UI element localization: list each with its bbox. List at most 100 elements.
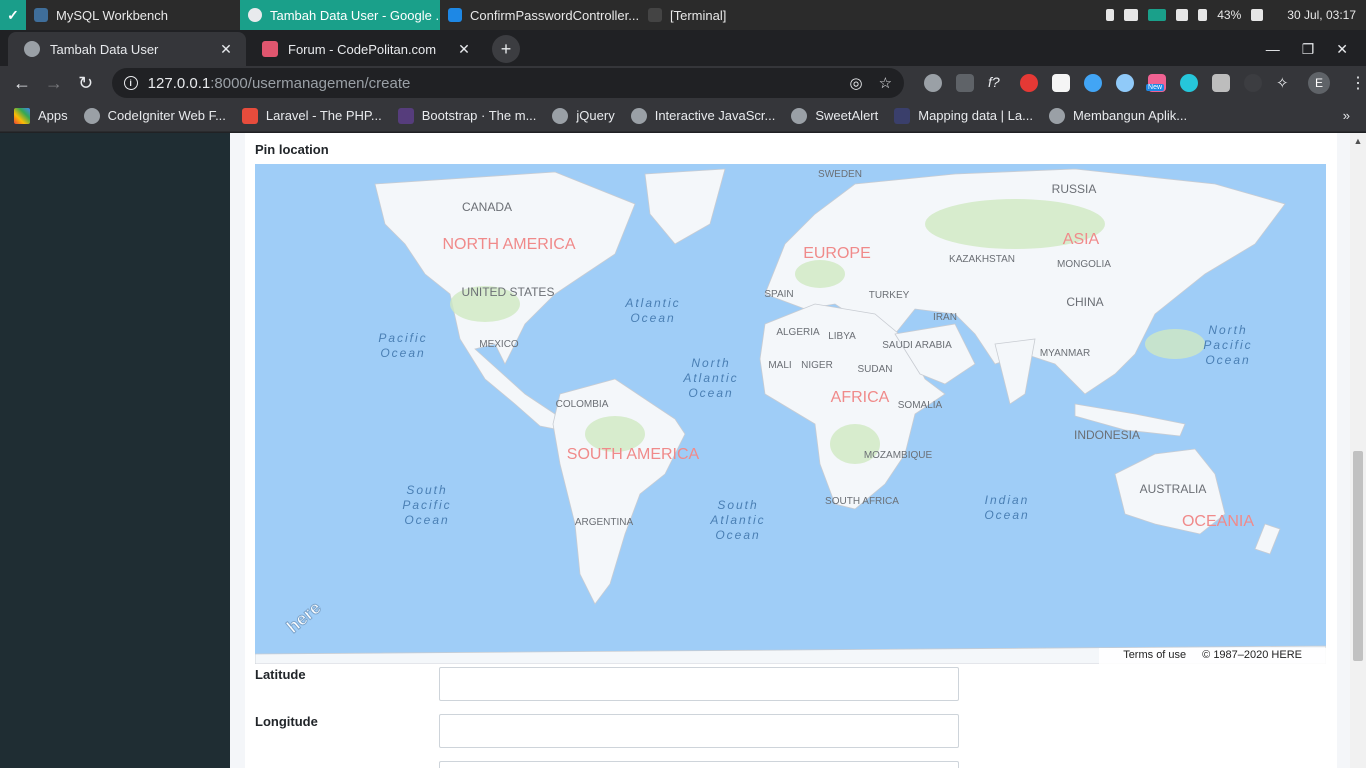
clock[interactable]: 30 Jul, 03:17 — [1287, 8, 1356, 22]
landmass-new-zealand — [1254, 523, 1281, 555]
task-chrome[interactable]: Tambah Data User - Google ... — [240, 0, 440, 30]
bookmark-membangun-aplikasi[interactable]: Membangun Aplik... — [1048, 107, 1187, 124]
task-label: MySQL Workbench — [56, 7, 168, 23]
vpn-icon[interactable] — [1148, 9, 1167, 21]
calendar-extension-icon[interactable] — [1052, 74, 1071, 92]
latitude-input[interactable] — [439, 667, 959, 701]
bookmark-codeigniter[interactable]: CodeIgniter Web F... — [83, 107, 226, 124]
reload-icon[interactable]: ↻ — [74, 71, 98, 95]
next-field-input[interactable] — [439, 761, 959, 768]
menu-kebab-icon[interactable]: ⋮ — [1350, 73, 1366, 93]
bootstrap-icon — [397, 107, 414, 124]
laravel-icon — [241, 107, 258, 124]
bookmark-apps[interactable]: Apps — [14, 107, 68, 124]
label-indian-ocean: Indian Ocean — [984, 493, 1029, 522]
label-china: CHINA — [1066, 295, 1103, 309]
label-sudan: SUDAN — [857, 364, 892, 375]
next-field-label — [255, 761, 439, 768]
profile-avatar[interactable]: E — [1308, 72, 1331, 94]
world-map[interactable]: NORTH AMERICA SOUTH AMERICA EUROPE AFRIC… — [255, 164, 1326, 664]
notification-bell-icon[interactable] — [1176, 9, 1189, 21]
map-container[interactable]: NORTH AMERICA SOUTH AMERICA EUROPE AFRIC… — [255, 164, 1326, 664]
label-spain: SPAIN — [764, 289, 793, 300]
scale-extension-icon[interactable] — [956, 74, 975, 92]
minimize-icon[interactable]: — — [1266, 41, 1280, 57]
bookmark-mapping-data[interactable]: Mapping data | La... — [894, 107, 1033, 124]
label-somalia: SOMALIA — [898, 400, 943, 411]
bookmark-laravel[interactable]: Laravel - The PHP... — [241, 107, 382, 124]
close-tab-icon[interactable]: ✕ — [218, 41, 234, 58]
os-menu-icon[interactable]: ✓ — [0, 0, 26, 30]
disabled-extension-icon[interactable] — [1244, 74, 1263, 92]
label-north-pacific-ocean: North Pacific Ocean — [1203, 323, 1252, 367]
font-extension-icon[interactable]: f? — [988, 74, 1006, 92]
battery-percentage: 43% — [1217, 8, 1242, 22]
bluetooth-icon[interactable] — [1106, 9, 1115, 21]
bookmark-bootstrap[interactable]: Bootstrap · The m... — [397, 107, 536, 124]
url-host: 127.0.0.1 — [147, 74, 211, 92]
latitude-row: Latitude — [255, 667, 959, 701]
label-niger: NIGER — [801, 360, 833, 371]
longitude-row: Longitude — [255, 714, 959, 748]
location-icon[interactable]: ◎ — [849, 74, 862, 92]
settings-extension-icon[interactable] — [924, 74, 943, 92]
label-north-atlantic-ocean: North Atlantic Ocean — [682, 356, 738, 400]
longitude-input[interactable] — [439, 714, 959, 748]
extensions-puzzle-icon[interactable]: ✧ — [1276, 74, 1294, 92]
page-scrollbar[interactable]: ▲ — [1350, 133, 1366, 768]
site-info-icon[interactable]: i — [123, 76, 138, 90]
leaflet-icon — [894, 107, 911, 124]
terms-of-use-link[interactable]: Terms of use — [1123, 649, 1186, 663]
landmass-south-america — [552, 378, 686, 605]
bookmarks-overflow-icon[interactable]: » — [1343, 108, 1366, 123]
url-path: :8000/usermanagemen/create — [210, 74, 411, 92]
tab-codepolitan-forum[interactable]: Forum - CodePolitan.com ✕ — [246, 32, 484, 66]
color-picker-extension-icon[interactable] — [1020, 74, 1039, 92]
new-extension-icon[interactable]: New — [1146, 74, 1167, 92]
globe-icon — [1048, 107, 1065, 124]
label-asia: ASIA — [1063, 231, 1100, 248]
label-iran: IRAN — [933, 312, 957, 323]
scrollbar-thumb[interactable] — [1353, 451, 1363, 661]
address-bar[interactable]: i 127.0.0.1:8000/usermanagemen/create ◎ … — [111, 68, 905, 98]
label-oceania: OCEANIA — [1182, 513, 1254, 530]
label-mali: MALI — [768, 360, 791, 371]
next-field-row — [255, 761, 959, 768]
m-extension-icon[interactable] — [1180, 74, 1199, 92]
new-badge: New — [1146, 84, 1165, 91]
label-australia: AUSTRALIA — [1140, 482, 1207, 496]
forward-icon[interactable]: → — [42, 71, 66, 95]
bookmark-interactive-javascript[interactable]: Interactive JavaScr... — [630, 107, 775, 124]
terminal-icon — [648, 8, 662, 22]
window-controls: — ❐ ✕ — [1266, 32, 1366, 66]
battery-icon[interactable] — [1198, 9, 1208, 21]
bookmark-label: CodeIgniter Web F... — [107, 108, 226, 123]
back-icon[interactable]: ← — [10, 71, 34, 95]
maximize-icon[interactable]: ❐ — [1302, 41, 1315, 58]
task-mysql-workbench[interactable]: MySQL Workbench — [26, 0, 240, 30]
task-terminal[interactable]: [Terminal] — [640, 0, 790, 30]
close-tab-icon[interactable]: ✕ — [456, 41, 472, 58]
mail-extension-icon[interactable] — [1212, 74, 1231, 92]
bookmark-jquery[interactable]: jQuery — [552, 107, 615, 124]
volume-icon[interactable] — [1251, 9, 1264, 21]
scroll-up-arrow-icon[interactable]: ▲ — [1350, 133, 1366, 149]
label-libya: LIBYA — [828, 331, 856, 342]
bookmark-label: jQuery — [576, 108, 615, 123]
landmass-india — [994, 338, 1036, 405]
wifi-icon[interactable] — [1124, 9, 1139, 21]
bookmark-star-icon[interactable]: ☆ — [879, 74, 892, 92]
close-window-icon[interactable]: ✕ — [1336, 41, 1348, 58]
extensions-bar: f? New ✧ E ⋮ — [924, 72, 1366, 94]
blue-extension-icon[interactable] — [1116, 74, 1135, 92]
task-vscode[interactable]: ConfirmPasswordController.... — [440, 0, 640, 30]
label-europe: EUROPE — [803, 245, 871, 262]
tab-tambah-data-user[interactable]: Tambah Data User ✕ — [8, 32, 246, 66]
label-pacific-ocean: Pacific Ocean — [378, 331, 427, 360]
new-tab-button[interactable]: + — [492, 35, 520, 63]
bookmark-sweetalert[interactable]: SweetAlert — [791, 107, 878, 124]
label-mexico: MEXICO — [479, 339, 519, 350]
earth-extension-icon[interactable] — [1084, 74, 1103, 92]
label-north-america: NORTH AMERICA — [442, 236, 575, 253]
label-myanmar: MYANMAR — [1040, 348, 1090, 359]
